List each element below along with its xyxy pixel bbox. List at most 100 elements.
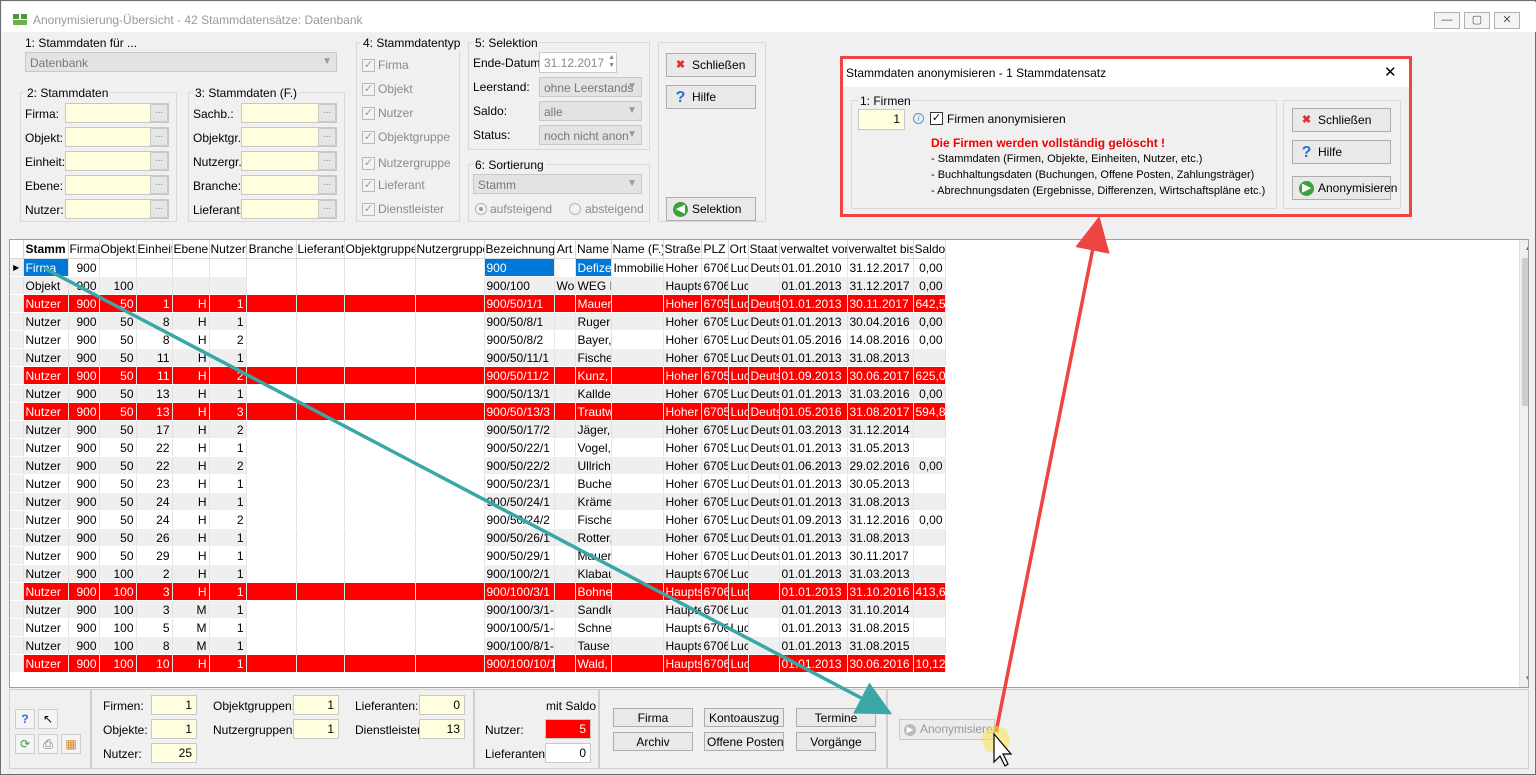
row-indicator[interactable] bbox=[10, 546, 24, 565]
stammdaten-ellipsis-button-1[interactable]: ... bbox=[150, 128, 168, 146]
column-header[interactable]: Name bbox=[575, 240, 612, 259]
firma-button[interactable]: Firma bbox=[613, 708, 693, 727]
stammdaten-ellipsis-button-4[interactable]: ... bbox=[150, 200, 168, 218]
vorgaenge-button[interactable]: Vorgänge bbox=[796, 732, 876, 751]
table-row[interactable]: Nutzer 900 50 13 H 3 900/50/13/3 Trautw Hoher \ 6… bbox=[10, 402, 946, 421]
column-header[interactable]: Bezeichnung bbox=[484, 240, 555, 259]
column-header[interactable]: Objekt bbox=[99, 240, 137, 259]
table-row[interactable]: Nutzer 900 50 11 H 1 900/50/11/1 Fische Hoher \ 6… bbox=[10, 348, 946, 367]
table-row[interactable]: Nutzer 900 50 22 H 1 900/50/22/1 Vogel, Hoher \ 6… bbox=[10, 438, 946, 457]
row-indicator[interactable] bbox=[10, 510, 24, 529]
row-indicator[interactable] bbox=[10, 294, 24, 313]
stammdaten-ellipsis-button-2[interactable]: ... bbox=[150, 152, 168, 170]
row-indicator[interactable] bbox=[10, 456, 24, 475]
kontoauszug-button[interactable]: Kontoauszug bbox=[704, 708, 784, 727]
minimize-button[interactable]: — bbox=[1434, 12, 1460, 29]
table-row[interactable]: Nutzer 900 100 10 H 1 900/100/10/1 Wald, Haupts 6… bbox=[10, 654, 946, 673]
column-header[interactable]: Name (F.) bbox=[611, 240, 664, 259]
termine-button[interactable]: Termine bbox=[796, 708, 876, 727]
column-header[interactable]: Saldo bbox=[913, 240, 946, 259]
row-indicator[interactable] bbox=[10, 438, 24, 457]
data-grid[interactable]: Stamm Firma Objekt Einheit Ebene Nutzer Branch… bbox=[9, 239, 1529, 688]
dialog-close-icon[interactable]: ✕ bbox=[1384, 63, 1397, 81]
table-row[interactable]: Nutzer 900 100 8 M 1 900/100/8/1- Tause Haupts 67… bbox=[10, 636, 946, 655]
column-header[interactable]: Lieferant bbox=[296, 240, 345, 259]
row-indicator[interactable] bbox=[10, 636, 24, 655]
table-row[interactable]: Nutzer 900 100 5 M 1 900/100/5/1- Schne Haupts 67… bbox=[10, 618, 946, 637]
status-select[interactable]: noch nicht anon ▼ bbox=[539, 125, 642, 145]
column-header[interactable]: Nutzer bbox=[209, 240, 247, 259]
leerstand-select[interactable]: ohne Leerstands ▼ bbox=[539, 77, 642, 97]
row-indicator[interactable] bbox=[10, 600, 24, 619]
column-header[interactable]: Objektgruppe bbox=[344, 240, 416, 259]
column-header[interactable]: Nutzergruppe bbox=[415, 240, 485, 259]
stammdaten-f-ellipsis-button-1[interactable]: ... bbox=[318, 128, 336, 146]
column-header[interactable]: verwaltet von bbox=[779, 240, 848, 259]
table-row[interactable]: Nutzer 900 50 17 H 2 900/50/17/2 Jäger, Hoher \ 6… bbox=[10, 420, 946, 439]
scroll-down-icon[interactable]: ▼ bbox=[1520, 671, 1528, 687]
column-header[interactable]: Art bbox=[554, 240, 576, 259]
selektion-button[interactable]: ◀ Selektion bbox=[666, 197, 756, 221]
table-row[interactable]: Nutzer 900 50 1 H 1 900/50/1/1 Mauer Hoher \ 6705… bbox=[10, 294, 946, 313]
vertical-scrollbar[interactable]: ▲ ▼ bbox=[1519, 240, 1528, 687]
refresh-icon[interactable]: ⟳ bbox=[15, 734, 35, 754]
row-indicator[interactable] bbox=[10, 384, 24, 403]
stammdaten-f-ellipsis-button-0[interactable]: ... bbox=[318, 104, 336, 122]
stammdatentyp-checkbox-6[interactable]: ✓ bbox=[362, 203, 375, 216]
grid-icon[interactable]: ▦ bbox=[61, 734, 81, 754]
table-row[interactable]: Nutzer 900 50 23 H 1 900/50/23/1 Buche Hoher \ 67… bbox=[10, 474, 946, 493]
column-header[interactable]: PLZ bbox=[701, 240, 729, 259]
spin-icon[interactable]: ▲ ▼ bbox=[608, 54, 615, 70]
row-indicator[interactable] bbox=[10, 366, 24, 385]
stammdaten-ellipsis-button-3[interactable]: ... bbox=[150, 176, 168, 194]
table-row[interactable]: Nutzer 900 50 24 H 1 900/50/24/1 Kräme Hoher \ 67… bbox=[10, 492, 946, 511]
column-header[interactable]: Stamm bbox=[23, 240, 69, 259]
row-indicator[interactable] bbox=[10, 582, 24, 601]
column-header[interactable]: Straße bbox=[663, 240, 702, 259]
column-header[interactable]: Einheit bbox=[136, 240, 173, 259]
row-indicator[interactable] bbox=[10, 276, 24, 295]
table-row[interactable]: Nutzer 900 100 3 H 1 900/100/3/1 Bohne Haupts 670… bbox=[10, 582, 946, 601]
help-icon[interactable]: ? bbox=[15, 709, 35, 729]
column-header[interactable]: verwaltet bis bbox=[847, 240, 914, 259]
scroll-thumb[interactable] bbox=[1522, 258, 1528, 406]
sortierung-select[interactable]: Stamm ▼ bbox=[473, 174, 642, 194]
row-indicator[interactable] bbox=[10, 564, 24, 583]
table-row[interactable]: Nutzer 900 50 26 H 1 900/50/26/1 Rotter, Hoher \… bbox=[10, 528, 946, 547]
archiv-button[interactable]: Archiv bbox=[613, 732, 693, 751]
table-row[interactable]: Nutzer 900 50 11 H 2 900/50/11/2 Kunz, Hoher \ 67… bbox=[10, 366, 946, 385]
row-indicator[interactable] bbox=[10, 348, 24, 367]
column-header[interactable]: Firma bbox=[68, 240, 100, 259]
maximize-button[interactable]: ▢ bbox=[1464, 12, 1490, 29]
table-row[interactable]: Nutzer9001002H1 900/100/2/1 Klabau Haupts67… bbox=[10, 564, 946, 583]
table-row[interactable]: Nutzer9001003M1 900/100/3/1- Sandle Haupts6… bbox=[10, 600, 946, 619]
table-row[interactable]: Objekt 900 100 900/100 Wo WEG I Haupts 6706 Luc 0… bbox=[10, 276, 946, 295]
table-row[interactable]: Nutzer 900 50 13 H 1 900/50/13/1 Kallde Hoher \ 6… bbox=[10, 384, 946, 403]
table-row[interactable]: Nutzer 900 50 8 H 2 900/50/8/2 Bayer, Hoher \ 670… bbox=[10, 330, 946, 349]
stammdatentyp-checkbox-2[interactable]: ✓ bbox=[362, 107, 375, 120]
stammdaten-f-ellipsis-button-2[interactable]: ... bbox=[318, 152, 336, 170]
hilfe-button[interactable]: ? Hilfe bbox=[666, 85, 756, 109]
row-indicator[interactable] bbox=[10, 492, 24, 511]
stammdatentyp-checkbox-1[interactable]: ✓ bbox=[362, 83, 375, 96]
offene-posten-button[interactable]: Offene Posten bbox=[704, 732, 784, 751]
stammdaten-fuer-select[interactable]: Datenbank ▼ bbox=[25, 52, 337, 72]
firmen-anonymisieren-checkbox[interactable]: ✓ bbox=[930, 112, 943, 125]
stammdatentyp-checkbox-0[interactable]: ✓ bbox=[362, 59, 375, 72]
sort-desc-radio[interactable] bbox=[569, 203, 581, 215]
schliessen-button[interactable]: ✖ Schließen bbox=[666, 53, 756, 77]
row-indicator[interactable] bbox=[10, 402, 24, 421]
stammdaten-f-ellipsis-button-3[interactable]: ... bbox=[318, 176, 336, 194]
row-indicator[interactable] bbox=[10, 618, 24, 637]
row-indicator[interactable] bbox=[10, 528, 24, 547]
close-window-button[interactable]: ✕ bbox=[1494, 12, 1520, 29]
sort-asc-radio[interactable] bbox=[475, 203, 487, 215]
pointer-icon[interactable]: ↖ bbox=[38, 709, 58, 729]
dialog-schliessen-button[interactable]: ✖ Schließen bbox=[1292, 108, 1391, 132]
table-row[interactable]: ▶Firma900900DefizeImmobilienHoher \6706L… bbox=[10, 258, 946, 277]
column-header[interactable]: Branche bbox=[246, 240, 297, 259]
stammdaten-f-ellipsis-button-4[interactable]: ... bbox=[318, 200, 336, 218]
anonymisieren-button-disabled[interactable]: ▶ Anonymisieren bbox=[899, 719, 999, 740]
row-indicator[interactable] bbox=[10, 474, 24, 493]
stammdaten-ellipsis-button-0[interactable]: ... bbox=[150, 104, 168, 122]
